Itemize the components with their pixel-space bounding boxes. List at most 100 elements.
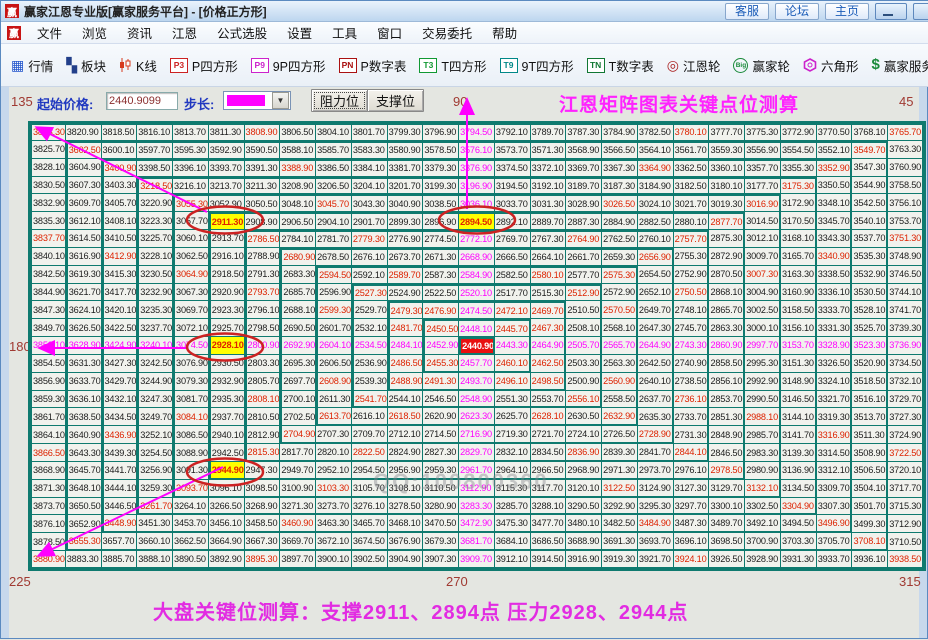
grid-cell: 2733.70 <box>674 408 710 426</box>
homepage-button[interactable]: 主页 <box>825 3 869 20</box>
grid-cell: 2584.90 <box>459 266 495 284</box>
grid-cell: 2505.70 <box>566 337 602 355</box>
grid-cell: 3031.30 <box>531 194 567 212</box>
grid-cell: 3631.30 <box>66 355 102 373</box>
grid-cell: 3650.50 <box>66 498 102 516</box>
grid-cell: 3535.30 <box>852 248 888 266</box>
menu-tools[interactable]: 工具 <box>323 21 366 44</box>
grid-cell: 3585.70 <box>316 141 352 159</box>
grid-cell: 2956.90 <box>388 462 424 480</box>
grid-cell: 3818.50 <box>102 123 138 141</box>
grid-highlight-cell: 2944.90 <box>209 462 245 480</box>
grid-cell: 3849.70 <box>30 319 66 337</box>
grid-cell: 3072.10 <box>173 319 209 337</box>
menu-window[interactable]: 窗口 <box>368 21 411 44</box>
grid-cell: 3333.70 <box>817 301 853 319</box>
maximize-button[interactable] <box>913 3 928 20</box>
toolbar-p-square[interactable]: P3 P四方形 <box>170 56 238 75</box>
grid-cell: 3804.10 <box>316 123 352 141</box>
grid-cell: 3256.90 <box>137 462 173 480</box>
grid-cell: 2668.90 <box>459 248 495 266</box>
grid-cell: 2824.90 <box>388 444 424 462</box>
customer-service-button[interactable]: 客服 <box>725 3 769 20</box>
grid-cell: 3873.70 <box>30 498 66 516</box>
menu-help[interactable]: 帮助 <box>483 21 526 44</box>
toolbar-winner-wheel[interactable]: Big 赢家轮 <box>733 56 790 75</box>
grid-cell: 3122.50 <box>602 480 638 498</box>
toolbar-t-square[interactable]: T3 T四方形 <box>419 56 486 75</box>
grid-cell: 3844.90 <box>30 284 66 302</box>
grid-cell: 3816.10 <box>137 123 173 141</box>
grid-cell: 3576.10 <box>459 141 495 159</box>
grid-cell: 3391.30 <box>245 159 281 177</box>
grid-cell: 2872.90 <box>709 248 745 266</box>
grid-cell: 3326.50 <box>817 355 853 373</box>
grid-cell: 2508.10 <box>566 319 602 337</box>
grid-cell: 3396.10 <box>173 159 209 177</box>
grid-cell: 3813.70 <box>173 123 209 141</box>
menu-browse[interactable]: 浏览 <box>73 21 116 44</box>
start-price-input[interactable] <box>106 92 178 110</box>
toolbar-p-number-table[interactable]: PN P数字表 <box>339 56 407 75</box>
forum-button[interactable]: 论坛 <box>775 3 819 20</box>
toolbar-9t-square[interactable]: T9 9T四方形 <box>500 56 574 75</box>
angle-label-315: 315 <box>899 574 921 589</box>
toolbar-gann-wheel[interactable]: ◎ 江恩轮 <box>667 56 721 75</box>
grid-highlight-cell: 2894.50 <box>459 212 495 230</box>
resistance-button[interactable]: 阻力位 <box>311 89 368 112</box>
toolbar-kline[interactable]: K线 <box>119 56 157 75</box>
minimize-button[interactable] <box>875 3 907 20</box>
grid-cell: 3823.30 <box>30 123 66 141</box>
grid-cell: 3672.10 <box>316 533 352 551</box>
grid-cell: 3878.50 <box>30 533 66 551</box>
gann-grid: 3823.303820.903818.503816.103813.703811.… <box>28 121 926 571</box>
grid-cell: 2647.30 <box>638 319 674 337</box>
menu-trade-entrust[interactable]: 交易委托 <box>413 21 481 44</box>
dropdown-arrow-icon[interactable]: ▼ <box>272 92 289 109</box>
menu-formula-stock-pick[interactable]: 公式选股 <box>208 21 276 44</box>
grid-cell: 2666.50 <box>495 248 531 266</box>
grid-cell: 2517.70 <box>495 284 531 302</box>
grid-cell: 2536.90 <box>352 355 388 373</box>
grid-cell: 3386.50 <box>316 159 352 177</box>
toolbar-label: 江恩轮 <box>683 56 721 75</box>
toolbar-t-number-table[interactable]: TN T数字表 <box>587 56 654 75</box>
grid-cell: 2992.90 <box>745 373 781 391</box>
grid-cell: 3876.10 <box>30 515 66 533</box>
grid-cell: 2793.70 <box>245 284 281 302</box>
grid-cell: 3691.30 <box>602 533 638 551</box>
step-select[interactable]: ▼ <box>223 91 291 110</box>
grid-cell: 2589.70 <box>388 266 424 284</box>
grid-cell: 3295.30 <box>638 498 674 516</box>
toolbar-winner-service[interactable]: $ 赢家服务 <box>872 56 928 75</box>
grid-cell: 2858.50 <box>709 355 745 373</box>
menu-news[interactable]: 资讯 <box>118 21 161 44</box>
titlebar-buttons: 客服 论坛 主页 <box>725 3 925 20</box>
grid-cell: 3741.70 <box>888 301 924 319</box>
grid-cell: 3528.10 <box>852 301 888 319</box>
toolbar-hexagon[interactable]: 六角形 <box>803 56 859 75</box>
support-button[interactable]: 支撑位 <box>367 89 424 112</box>
menu-settings[interactable]: 设置 <box>278 21 321 44</box>
grid-cell: 2608.90 <box>316 373 352 391</box>
grid-cell: 3602.50 <box>66 141 102 159</box>
grid-cell: 3091.30 <box>173 462 209 480</box>
grid-cell: 3201.70 <box>388 177 424 195</box>
grid-cell: 3652.90 <box>66 515 102 533</box>
grid-cell: 2709.70 <box>352 426 388 444</box>
grid-cell: 3393.70 <box>209 159 245 177</box>
grid-cell: 3938.50 <box>888 551 924 569</box>
grid-cell: 2630.50 <box>566 408 602 426</box>
toolbar-sectors[interactable]: ▚ 板块 <box>66 56 106 75</box>
toolbar-9p-square[interactable]: P9 9P四方形 <box>251 56 326 75</box>
grid-cell: 2551.30 <box>495 391 531 409</box>
toolbar-quotes[interactable]: ▦ 行情 <box>11 56 53 75</box>
grid-cell: 2601.70 <box>316 319 352 337</box>
grid-cell: 3516.10 <box>852 391 888 409</box>
grid-cell: 2640.10 <box>638 373 674 391</box>
grid-cell: 2901.70 <box>352 212 388 230</box>
menu-gann[interactable]: 江恩 <box>163 21 206 44</box>
grid-cell: 2498.50 <box>531 373 567 391</box>
grid-cell: 3540.10 <box>852 212 888 230</box>
menu-file[interactable]: 文件 <box>28 21 71 44</box>
